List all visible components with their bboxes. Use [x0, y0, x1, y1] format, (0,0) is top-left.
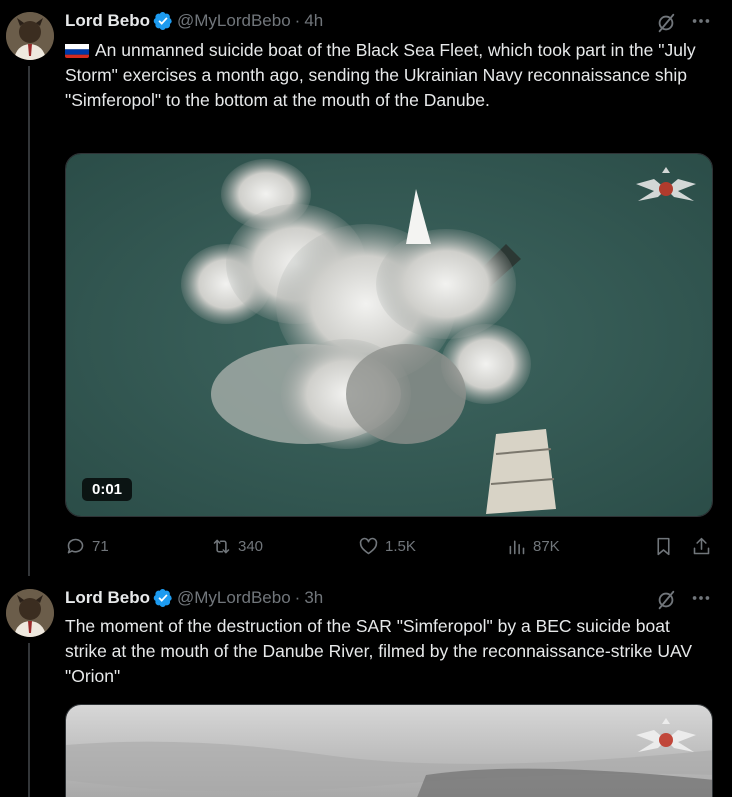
video-duration: 0:01	[82, 478, 133, 501]
tweet-header: Lord Bebo @MyLordBebo · 4h	[65, 10, 323, 32]
tweet-text-body: An unmanned suicide boat of the Black Se…	[65, 40, 696, 110]
author-handle[interactable]: @MyLordBebo	[177, 588, 291, 608]
repost-button[interactable]: 340	[211, 533, 263, 559]
share-icon	[693, 537, 710, 554]
grok-icon[interactable]	[655, 589, 677, 611]
view-count: 87K	[533, 537, 560, 555]
views-button[interactable]: 87K	[506, 533, 560, 559]
video-player[interactable]: 0:01	[65, 153, 713, 517]
timestamp[interactable]: 3h	[304, 588, 323, 608]
reply-button[interactable]: 71	[65, 533, 109, 559]
author-handle[interactable]: @MyLordBebo	[177, 11, 291, 31]
separator-dot: ·	[294, 588, 301, 607]
tweet-1[interactable]: Lord Bebo @MyLordBebo · 4h An unmanned s…	[0, 0, 732, 576]
tweet-text: An unmanned suicide boat of the Black Se…	[65, 38, 715, 113]
grok-icon[interactable]	[655, 12, 677, 34]
reply-count: 71	[92, 537, 109, 555]
separator-dot: ·	[294, 11, 301, 30]
thread-line	[28, 643, 30, 797]
russia-flag-icon	[65, 42, 89, 58]
verified-badge-icon	[153, 11, 173, 31]
analytics-icon	[509, 539, 525, 554]
video-thumbnail	[66, 154, 712, 516]
tweet-actions: 71 340 1.5K 87K	[65, 533, 715, 559]
avatar[interactable]	[6, 589, 54, 637]
avatar[interactable]	[6, 12, 54, 60]
video-thumbnail	[66, 705, 712, 797]
tweet-header: Lord Bebo @MyLordBebo · 3h	[65, 587, 323, 609]
repost-icon	[213, 539, 230, 553]
author-name[interactable]: Lord Bebo	[65, 11, 150, 31]
bookmark-icon	[657, 537, 670, 555]
reply-icon	[67, 538, 84, 553]
repost-count: 340	[238, 537, 264, 555]
tweet-2[interactable]: Lord Bebo @MyLordBebo · 3h The moment of…	[0, 577, 732, 797]
heart-icon	[359, 537, 378, 554]
timestamp[interactable]: 4h	[304, 11, 323, 31]
tweet-text: The moment of the destruction of the SAR…	[65, 616, 693, 686]
share-button[interactable]	[691, 533, 718, 559]
thread-line	[28, 66, 30, 576]
author-name[interactable]: Lord Bebo	[65, 588, 150, 608]
more-options-icon[interactable]	[690, 10, 712, 32]
verified-badge-icon	[153, 588, 173, 608]
video-player[interactable]	[65, 704, 713, 797]
more-options-icon[interactable]	[690, 587, 712, 609]
bookmark-button[interactable]	[653, 533, 680, 559]
like-count: 1.5K	[385, 537, 416, 555]
like-button[interactable]: 1.5K	[358, 533, 416, 559]
